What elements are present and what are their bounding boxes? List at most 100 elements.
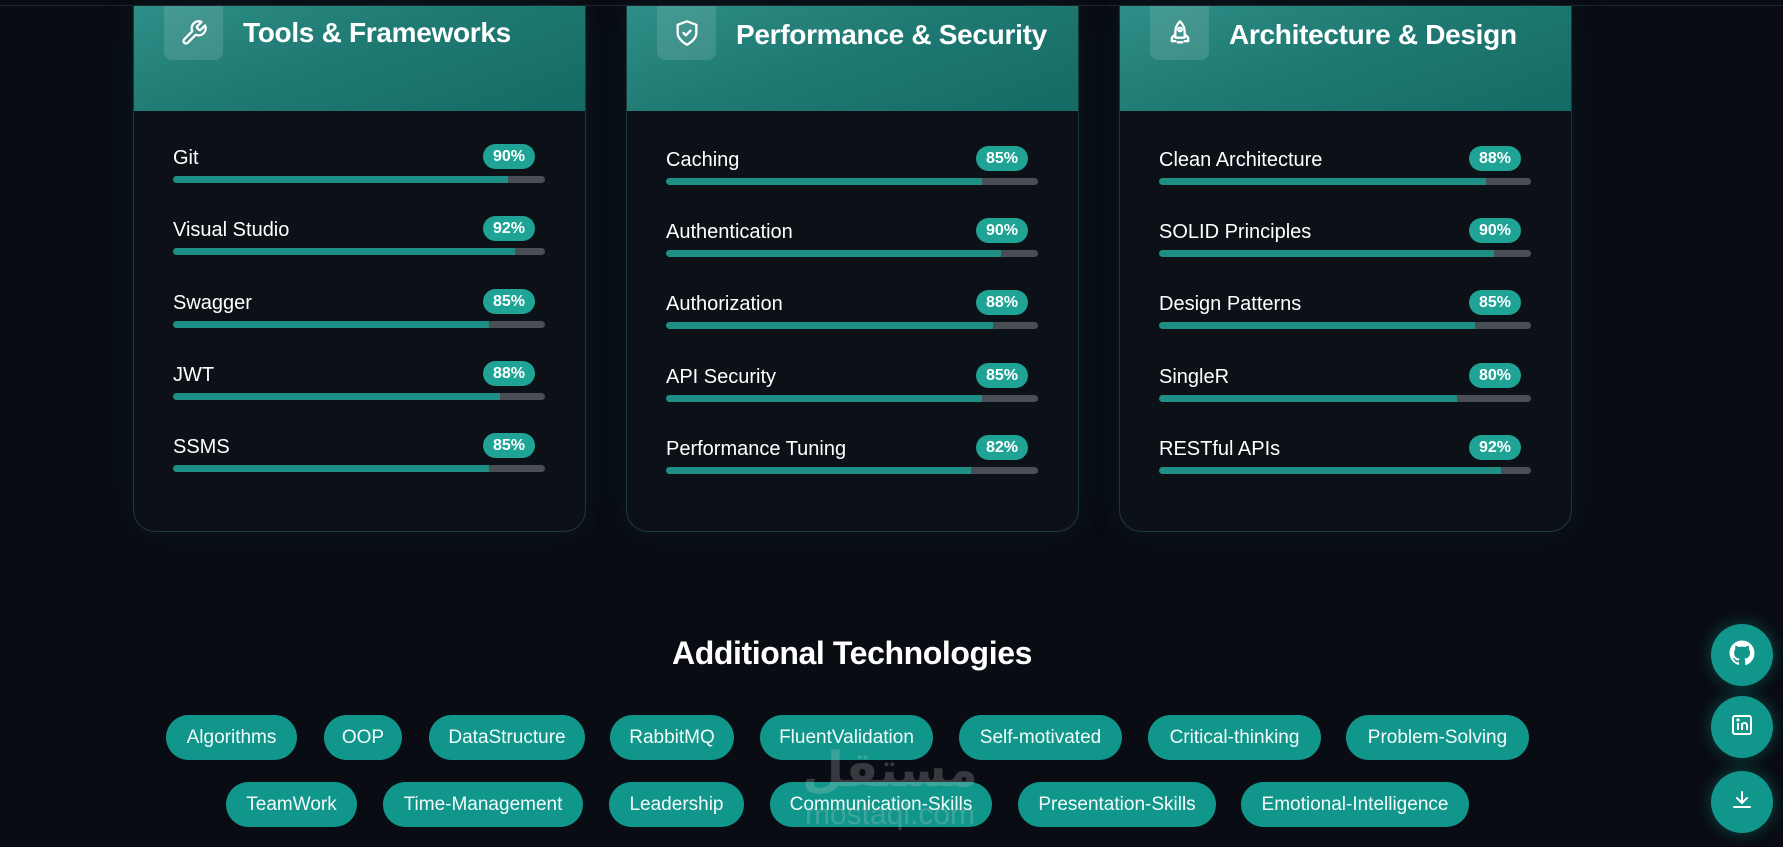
skill-percent-badge: 88% xyxy=(976,290,1028,315)
skill-row: Clean Architecture 88% xyxy=(1159,146,1531,196)
watermark-logo: مستقل xyxy=(802,742,978,798)
skill-progress-fill xyxy=(666,250,1001,257)
skill-percent-badge: 85% xyxy=(1469,290,1521,315)
skill-percent-badge: 90% xyxy=(483,144,535,169)
skill-name: Caching xyxy=(666,149,740,171)
skill-row: JWT 88% xyxy=(173,361,545,411)
skill-name: Clean Architecture xyxy=(1159,149,1323,171)
skill-row: Git 90% xyxy=(173,144,545,194)
skill-row: Swagger 85% xyxy=(173,289,545,339)
skill-progress-fill xyxy=(666,322,994,329)
card-header: Architecture & Design xyxy=(1120,6,1571,111)
skill-name: RESTful APIs xyxy=(1159,438,1281,460)
skill-name: Design Patterns xyxy=(1159,293,1302,315)
additional-technologies-title: Additional Technologies xyxy=(672,635,1032,671)
tech-tag[interactable]: Problem-Solving xyxy=(1346,715,1529,760)
skill-row: Design Patterns 85% xyxy=(1159,290,1531,340)
skill-progress-bar xyxy=(666,395,1038,402)
skill-percent-badge: 88% xyxy=(483,361,535,386)
skill-progress-bar xyxy=(1159,178,1531,185)
linkedin-button[interactable] xyxy=(1711,696,1773,758)
skill-name: SingleR xyxy=(1159,366,1230,388)
skill-progress-fill xyxy=(173,176,508,183)
skill-progress-fill xyxy=(173,465,490,472)
skill-name: Performance Tuning xyxy=(666,438,847,460)
skill-card-tools-frameworks: Tools & Frameworks Git 90% Visual Studio… xyxy=(133,6,586,532)
skill-name: Authorization xyxy=(666,293,783,315)
skill-row: Visual Studio 92% xyxy=(173,216,545,266)
skill-progress-bar xyxy=(173,393,545,400)
skill-percent-badge: 82% xyxy=(976,435,1028,460)
skill-row: Authorization 88% xyxy=(666,290,1038,340)
shield-check-icon xyxy=(657,6,716,60)
github-icon xyxy=(1729,640,1755,671)
skill-name: API Security xyxy=(666,366,777,388)
card-header: Performance & Security xyxy=(627,6,1078,111)
skill-progress-fill xyxy=(666,178,983,185)
skill-percent-badge: 85% xyxy=(483,433,535,458)
skill-name: SOLID Principles xyxy=(1159,221,1312,243)
tech-tag[interactable]: OOP xyxy=(324,715,402,760)
skill-progress-bar xyxy=(666,322,1038,329)
skill-row: API Security 85% xyxy=(666,363,1038,413)
download-icon xyxy=(1730,788,1754,817)
skill-progress-fill xyxy=(666,467,972,474)
download-cv-button[interactable] xyxy=(1711,771,1773,833)
skill-row: SingleR 80% xyxy=(1159,363,1531,413)
skill-progress-fill xyxy=(173,393,501,400)
tech-tag[interactable]: Emotional-Intelligence xyxy=(1241,782,1469,827)
wrench-icon xyxy=(164,6,223,60)
skill-card-architecture-design: Architecture & Design Clean Architecture… xyxy=(1119,6,1572,532)
skill-name: JWT xyxy=(173,364,215,386)
skill-progress-bar xyxy=(1159,467,1531,474)
skill-row: RESTful APIs 92% xyxy=(1159,435,1531,485)
skill-name: Swagger xyxy=(173,292,252,314)
tech-tag[interactable]: DataStructure xyxy=(429,715,585,760)
tech-tag[interactable]: Time-Management xyxy=(383,782,583,827)
skill-name: Git xyxy=(173,147,199,169)
skill-row: Caching 85% xyxy=(666,146,1038,196)
card-title: Architecture & Design xyxy=(1229,19,1517,50)
skill-progress-bar xyxy=(1159,322,1531,329)
skill-row: SOLID Principles 90% xyxy=(1159,218,1531,268)
skill-percent-badge: 80% xyxy=(1469,363,1521,388)
tech-tag[interactable]: Presentation-Skills xyxy=(1018,782,1216,827)
skill-name: Visual Studio xyxy=(173,219,290,241)
tech-tag[interactable]: Leadership xyxy=(609,782,744,827)
skill-progress-fill xyxy=(1159,178,1487,185)
skill-progress-bar xyxy=(666,250,1038,257)
skill-progress-fill xyxy=(173,321,490,328)
skill-card-performance-security: Performance & Security Caching 85% Authe… xyxy=(626,6,1079,532)
skill-progress-fill xyxy=(1159,322,1476,329)
card-title: Performance & Security xyxy=(736,19,1047,50)
skill-progress-bar xyxy=(173,465,545,472)
rocket-icon xyxy=(1150,6,1209,60)
card-title: Tools & Frameworks xyxy=(243,17,511,48)
skill-progress-bar xyxy=(173,176,545,183)
tech-tag[interactable]: Critical-thinking xyxy=(1148,715,1321,760)
skill-progress-fill xyxy=(1159,467,1502,474)
tech-tag[interactable]: TeamWork xyxy=(226,782,357,827)
skill-percent-badge: 88% xyxy=(1469,146,1521,171)
skill-progress-bar xyxy=(173,321,545,328)
card-header: Tools & Frameworks xyxy=(134,6,585,111)
skill-percent-badge: 92% xyxy=(1469,435,1521,460)
skill-percent-badge: 90% xyxy=(976,218,1028,243)
skill-progress-bar xyxy=(173,248,545,255)
skill-row: SSMS 85% xyxy=(173,433,545,483)
skill-name: Authentication xyxy=(666,221,793,243)
github-button[interactable] xyxy=(1711,624,1773,686)
skill-percent-badge: 90% xyxy=(1469,218,1521,243)
skill-progress-bar xyxy=(1159,395,1531,402)
skill-percent-badge: 85% xyxy=(976,363,1028,388)
skill-percent-badge: 92% xyxy=(483,216,535,241)
tech-tag[interactable]: Algorithms xyxy=(166,715,297,760)
skill-progress-fill xyxy=(666,395,983,402)
linkedin-icon xyxy=(1730,713,1754,742)
skill-progress-bar xyxy=(1159,250,1531,257)
tech-tag[interactable]: RabbitMQ xyxy=(610,715,734,760)
watermark-text: mostaql.com xyxy=(804,798,976,831)
skill-row: Authentication 90% xyxy=(666,218,1038,268)
skill-progress-fill xyxy=(173,248,516,255)
watermark: مستقل mostaql.com xyxy=(780,740,1000,835)
